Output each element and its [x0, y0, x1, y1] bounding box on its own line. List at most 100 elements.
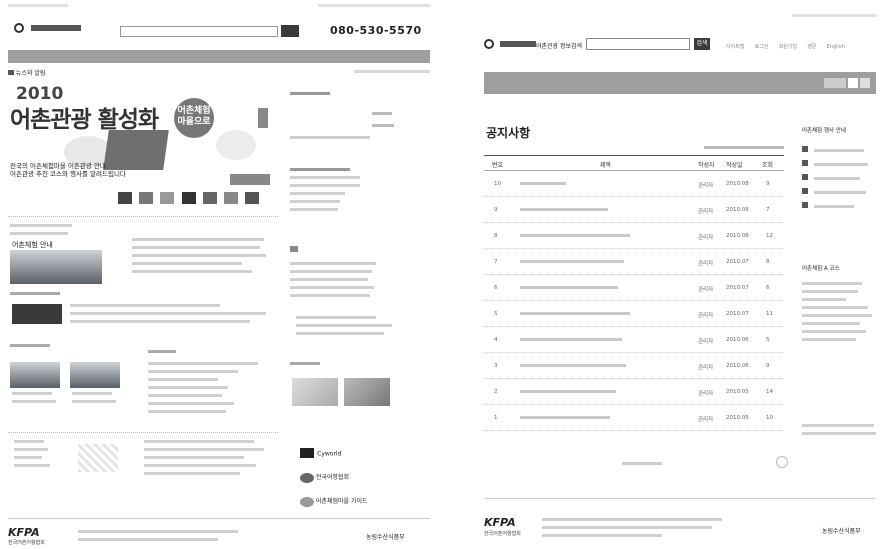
- row-title-link[interactable]: [520, 338, 622, 341]
- pagination[interactable]: [622, 462, 662, 465]
- section-list-4a[interactable]: [14, 440, 54, 472]
- breadcrumb-right: [354, 70, 430, 73]
- right-top-links[interactable]: 사이트맵 로그인 회원가입 영문 English: [726, 42, 876, 50]
- table-row[interactable]: 2 관리자 2010.05 14: [484, 379, 784, 405]
- col-author: 작성자: [698, 162, 715, 169]
- section-header-2: [10, 292, 60, 295]
- partner-logo-2[interactable]: 전국어항협회: [300, 472, 349, 483]
- notice-table: 번호 제목 작성자 작성일 조회 10 관리자 2010.08 9 9 관리자 2010.0…: [484, 146, 784, 431]
- sidebar-list-2[interactable]: [802, 282, 878, 346]
- row-date: 2010.07: [726, 259, 749, 265]
- row-title-link[interactable]: [520, 260, 624, 263]
- left-side-block-3[interactable]: [296, 316, 406, 340]
- col-views: 조회: [762, 162, 774, 169]
- right-footer-text: [542, 518, 732, 542]
- left-side-banner-2[interactable]: [344, 378, 390, 406]
- search-input[interactable]: [120, 26, 278, 37]
- row-title-link[interactable]: [520, 286, 618, 289]
- row-title-link[interactable]: [520, 234, 630, 237]
- row-title-link[interactable]: [520, 208, 608, 211]
- top-link-english[interactable]: English: [827, 44, 845, 50]
- left-side-list-1[interactable]: [290, 168, 360, 216]
- sidebar-links[interactable]: [802, 424, 878, 440]
- top-link-lang[interactable]: 영문: [807, 44, 816, 50]
- row-title-link[interactable]: [520, 364, 626, 367]
- table-header-row: 번호 제목 작성자 작성일 조회: [484, 155, 784, 171]
- table-row[interactable]: 6 관리자 2010.07 6: [484, 275, 784, 301]
- sidebar-list-1[interactable]: [802, 146, 878, 216]
- home-icon[interactable]: [8, 70, 14, 75]
- section-graphic-4[interactable]: [78, 444, 118, 472]
- top-utility-links[interactable]: [8, 4, 68, 7]
- left-side-block-4[interactable]: [290, 362, 320, 365]
- left-side-link-2[interactable]: [372, 124, 394, 127]
- banner-more-button[interactable]: [230, 174, 270, 185]
- row-title-link[interactable]: [520, 182, 566, 185]
- row-date: 2010.06: [726, 363, 749, 369]
- row-views: 11: [766, 311, 773, 317]
- write-button[interactable]: [776, 456, 788, 468]
- row-views: 12: [766, 233, 773, 239]
- table-row[interactable]: 9 관리자 2010.08 7: [484, 197, 784, 223]
- right-search-input[interactable]: [586, 38, 690, 50]
- site-logo[interactable]: [14, 22, 94, 36]
- row-title-link[interactable]: [520, 312, 630, 315]
- row-author: 관리자: [698, 261, 714, 267]
- row-num: 9: [494, 207, 498, 213]
- section-photo-1[interactable]: [10, 250, 102, 284]
- top-utility-links-right[interactable]: [318, 4, 430, 7]
- photo-thumb-1[interactable]: [10, 362, 60, 388]
- main-banner[interactable]: 2010 어촌관광 활성화 어촌체험 마을으로: [8, 78, 278, 173]
- section-list-3[interactable]: [148, 362, 268, 418]
- row-views: 14: [766, 389, 773, 395]
- right-top-utility[interactable]: [792, 14, 876, 17]
- footer-text: [78, 530, 248, 546]
- section-intro-lines: [10, 224, 72, 240]
- table-row[interactable]: 8 관리자 2010.08 12: [484, 223, 784, 249]
- partner-logo-3[interactable]: 어촌체험마을 가이드: [300, 496, 368, 507]
- search-button[interactable]: [281, 25, 299, 37]
- left-side-block-2[interactable]: [290, 246, 410, 302]
- banner-title: 어촌관광 활성화: [10, 107, 159, 133]
- table-row[interactable]: 4 관리자 2010.06 5: [484, 327, 784, 353]
- section-photo-2[interactable]: [12, 304, 62, 324]
- right-footer-logo: KFPA: [484, 516, 516, 529]
- photo-thumb-2[interactable]: [70, 362, 120, 388]
- banner-badge: 어촌체험 마을으로: [174, 98, 214, 138]
- main-nav-bar[interactable]: [8, 50, 430, 63]
- row-date: 2010.05: [726, 415, 749, 421]
- left-side-banner-1[interactable]: [292, 378, 338, 406]
- row-num: 6: [494, 285, 498, 291]
- photo-caption-2: [72, 392, 118, 408]
- left-side-link[interactable]: [372, 112, 392, 115]
- right-search-button[interactable]: 검색: [694, 38, 710, 50]
- row-author: 관리자: [698, 365, 714, 371]
- banner-thumbnails[interactable]: [118, 192, 278, 206]
- row-num: 8: [494, 233, 498, 239]
- row-views: 8: [766, 259, 770, 265]
- top-link-sitemap[interactable]: 사이트맵: [726, 44, 744, 50]
- right-site-logo[interactable]: [484, 38, 544, 52]
- top-link-login[interactable]: 로그인: [755, 44, 769, 50]
- row-date: 2010.08: [726, 233, 749, 239]
- row-title-link[interactable]: [520, 416, 610, 419]
- table-row[interactable]: 7 관리자 2010.07 8: [484, 249, 784, 275]
- row-title-link[interactable]: [520, 390, 616, 393]
- left-page: 080-530-5570 뉴스와 알림 2010 어촌관광 활성화 어촌체험 마을…: [0, 0, 438, 549]
- table-row[interactable]: 1 관리자 2010.05 10: [484, 405, 784, 431]
- right-main-nav[interactable]: [484, 72, 876, 94]
- phone-number: 080-530-5570: [330, 24, 422, 37]
- table-row[interactable]: 3 관리자 2010.06 9: [484, 353, 784, 379]
- section-list-4b[interactable]: [144, 440, 270, 480]
- row-date: 2010.08: [726, 181, 749, 187]
- table-row[interactable]: 5 관리자 2010.07 11: [484, 301, 784, 327]
- breadcrumb: 뉴스와 알림: [8, 68, 45, 77]
- sidebar-title-2: 어촌체험 A 코스: [802, 266, 840, 272]
- section-text-2: [70, 304, 270, 328]
- right-nav-buttons[interactable]: [824, 78, 872, 88]
- row-views: 7: [766, 207, 770, 213]
- section-text-1: [132, 238, 272, 278]
- table-row[interactable]: 10 관리자 2010.08 9: [484, 171, 784, 197]
- top-link-join[interactable]: 회원가입: [779, 44, 797, 50]
- partner-logo-1[interactable]: Cyworld: [300, 448, 341, 459]
